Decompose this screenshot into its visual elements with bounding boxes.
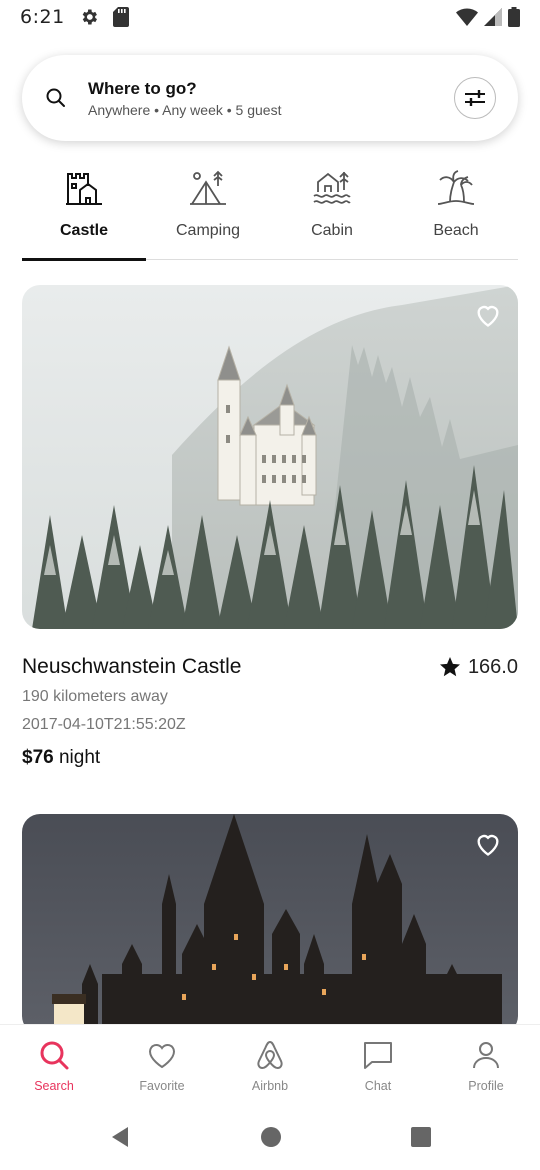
castle-icon bbox=[66, 173, 102, 205]
listing-price: $76 night bbox=[22, 747, 100, 769]
system-nav bbox=[0, 1104, 540, 1170]
listing-title: Neuschwanstein Castle bbox=[22, 655, 242, 678]
nav-favorite[interactable]: Favorite bbox=[108, 1025, 216, 1104]
tab-label: Cabin bbox=[311, 222, 353, 239]
listing-image[interactable] bbox=[22, 814, 518, 1034]
home-icon[interactable] bbox=[260, 1126, 282, 1148]
heart-icon[interactable] bbox=[474, 301, 502, 329]
nav-label: Chat bbox=[364, 1079, 392, 1093]
tab-cabin[interactable]: Cabin bbox=[270, 168, 394, 259]
status-bar: 6:21 bbox=[0, 0, 540, 34]
nav-airbnb[interactable]: Airbnb bbox=[216, 1025, 324, 1104]
snowy-castle-photo bbox=[22, 285, 518, 629]
price-amount: $76 bbox=[22, 747, 54, 768]
cabin-icon bbox=[313, 171, 351, 204]
battery-icon bbox=[508, 7, 520, 27]
profile-icon bbox=[473, 1042, 499, 1069]
sd-card-icon bbox=[112, 7, 129, 27]
listing-image[interactable] bbox=[22, 285, 518, 629]
recents-icon[interactable] bbox=[410, 1126, 432, 1148]
search-icon bbox=[40, 1041, 69, 1070]
nav-chat[interactable]: Chat bbox=[324, 1025, 432, 1104]
tab-label: Beach bbox=[433, 222, 479, 239]
rating: 166.0 bbox=[438, 655, 518, 679]
heart-icon bbox=[148, 1043, 176, 1069]
wifi-icon bbox=[456, 8, 478, 26]
search-title: Where to go? bbox=[88, 78, 197, 98]
price-unit: night bbox=[58, 747, 101, 768]
dark-castle-photo bbox=[22, 814, 518, 1034]
airbnb-icon bbox=[257, 1040, 283, 1070]
tab-label: Camping bbox=[175, 222, 241, 239]
search-icon bbox=[46, 88, 65, 107]
nav-label: Profile bbox=[468, 1079, 504, 1093]
nav-label: Favorite bbox=[139, 1079, 185, 1093]
listing-distance: 190 kilometers away bbox=[22, 688, 168, 705]
category-tabs: Castle Camping Cabin Beach bbox=[22, 168, 518, 261]
beach-icon bbox=[437, 170, 475, 205]
tab-beach[interactable]: Beach bbox=[394, 168, 518, 259]
listing-date: 2017-04-10T21:55:20Z bbox=[22, 716, 186, 733]
tab-castle[interactable]: Castle bbox=[22, 168, 146, 261]
search-subtitle: Anywhere • Any week • 5 guest bbox=[88, 101, 282, 118]
camping-icon bbox=[190, 170, 226, 205]
search-bar[interactable]: Where to go? Anywhere • Any week • 5 gue… bbox=[22, 55, 518, 141]
bottom-nav: Search Favorite Airbnb Chat Profile bbox=[0, 1024, 540, 1104]
signal-icon bbox=[484, 8, 502, 26]
gear-icon bbox=[82, 9, 97, 25]
nav-label: Airbnb bbox=[251, 1079, 289, 1093]
filter-button[interactable] bbox=[454, 77, 496, 119]
heart-icon[interactable] bbox=[474, 830, 502, 858]
chat-icon bbox=[364, 1042, 392, 1069]
nav-profile[interactable]: Profile bbox=[432, 1025, 540, 1104]
tab-label: Castle bbox=[59, 222, 109, 239]
star-icon bbox=[439, 657, 460, 677]
rating-value: 166.0 bbox=[467, 655, 518, 678]
sliders-icon bbox=[465, 90, 485, 106]
nav-label: Search bbox=[34, 1079, 74, 1093]
status-time: 6:21 bbox=[20, 6, 65, 28]
nav-search[interactable]: Search bbox=[0, 1025, 108, 1104]
tab-camping[interactable]: Camping bbox=[146, 168, 270, 259]
back-icon[interactable] bbox=[108, 1125, 132, 1149]
